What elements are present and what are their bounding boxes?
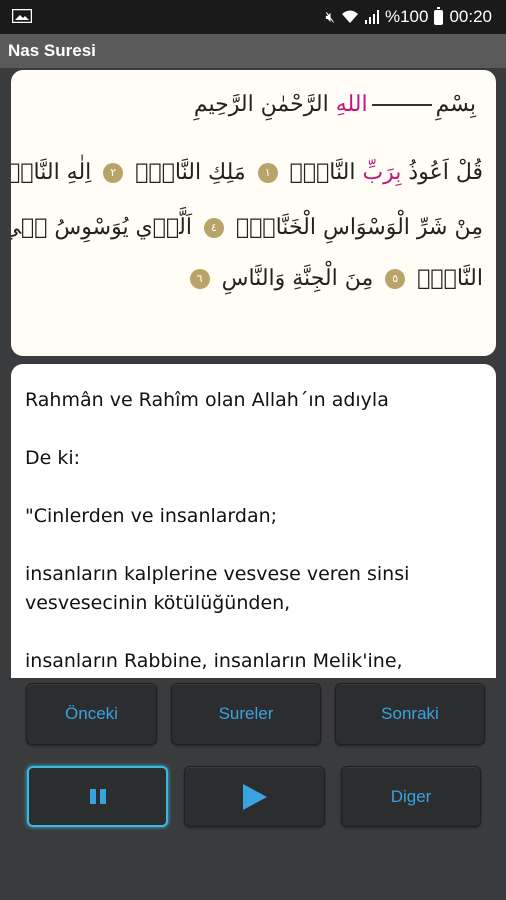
ayah-2: مَلِكِ النَّاسِۙ: [135, 160, 246, 185]
status-icons: 🔇︎ %100 00:20: [326, 6, 492, 28]
ayah-marker-2: ٢: [103, 163, 124, 183]
surah-list-button[interactable]: Sureler: [171, 683, 321, 745]
surah-list-button-label: Sureler: [218, 704, 274, 723]
arabic-text-card: بِسْمِ اللهِ الرَّحْمٰنِ الرَّحِيمِ قُلْ …: [11, 70, 496, 356]
ayah-line-2: مِنْ شَرِّ الْوَسْوَاسِ الْخَنَّاسِۙ ٤ ا…: [11, 215, 483, 255]
clock: 00:20: [449, 7, 492, 26]
ayah-4: مِنْ شَرِّ الْوَسْوَاسِ الْخَنَّاسِۙ: [236, 215, 483, 240]
translation-paragraph: Rahmân ve Rahîm olan Allah´ın adıyla: [25, 389, 389, 411]
basmala-start: بِسْمِ: [435, 92, 476, 117]
battery-icon: [434, 6, 444, 25]
next-button-label: Sonraki: [381, 704, 439, 723]
translation-card[interactable]: Rahmân ve Rahîm olan Allah´ın adıyla De …: [11, 364, 496, 678]
status-bar: 🔇︎ %100 00:20: [0, 0, 506, 34]
wifi-icon: [341, 10, 358, 23]
other-button-label: Diger: [390, 786, 432, 806]
app-title-bar: Nas Suresi: [0, 34, 506, 68]
translation-paragraph: insanların Rabbine, insanların Melik'ine…: [25, 650, 403, 672]
ayah-marker-1: ١: [257, 163, 278, 183]
ayah-5-end: النَّاسِۙ: [417, 266, 483, 291]
basmala: بِسْمِ اللهِ الرَّحْمٰنِ الرَّحِيمِ: [31, 92, 476, 132]
play-button[interactable]: [184, 766, 325, 827]
translation-paragraph: insanların kalplerine vesvese veren sins…: [25, 563, 410, 614]
ayah-1-start: قُلْ اَعُوذُ: [408, 160, 483, 185]
previous-button-label: Önceki: [65, 704, 118, 723]
battery-percent: %100: [384, 7, 429, 26]
basmala-stroke: [371, 104, 432, 106]
mute-vibrate-icon: 🔇︎: [325, 8, 335, 26]
next-button[interactable]: Sonraki: [335, 683, 485, 745]
pause-button[interactable]: [27, 766, 168, 827]
basmala-allah: اللهِ: [335, 92, 368, 117]
pause-icon: [89, 789, 106, 804]
previous-button[interactable]: Önceki: [26, 683, 157, 745]
ayah-line-1: قُلْ اَعُوذُ بِرَبِّ النَّاسِۙ ١ مَلِكِ …: [11, 160, 483, 200]
page-title: Nas Suresi: [8, 41, 96, 60]
translation-paragraph: De ki:: [25, 447, 81, 469]
other-button[interactable]: Diger: [341, 766, 481, 827]
ayah-marker-5: ٥: [385, 269, 406, 289]
translation-text: Rahmân ve Rahîm olan Allah´ın adıyla De …: [25, 386, 480, 678]
ayah-5-start: اَلَّذ۪ي يُوَسْوِسُ ف۪ي صُدُورِ: [11, 215, 192, 240]
signal-icon: [364, 10, 379, 24]
ayah-marker-4: ٤: [204, 218, 224, 238]
basmala-end: الرَّحْمٰنِ الرَّحِيمِ: [193, 92, 329, 117]
ayah-6: مِنَ الْجِنَّةِ وَالنَّاسِ: [221, 266, 374, 291]
ayah-1-rose-word: بِرَبِّ: [362, 160, 402, 185]
play-icon: [242, 783, 267, 810]
ayah-1-end: النَّاسِۙ: [289, 160, 356, 185]
ayah-3: اِلٰهِ النَّاسِۙ: [11, 160, 92, 185]
translation-paragraph: "Cinlerden ve insanlardan;: [25, 505, 278, 527]
image-icon: [12, 9, 32, 23]
ayah-marker-6: ٦: [189, 269, 210, 289]
ayah-line-3: النَّاسِۙ ٥ مِنَ الْجِنَّةِ وَالنَّاسِ ٦: [25, 266, 483, 306]
